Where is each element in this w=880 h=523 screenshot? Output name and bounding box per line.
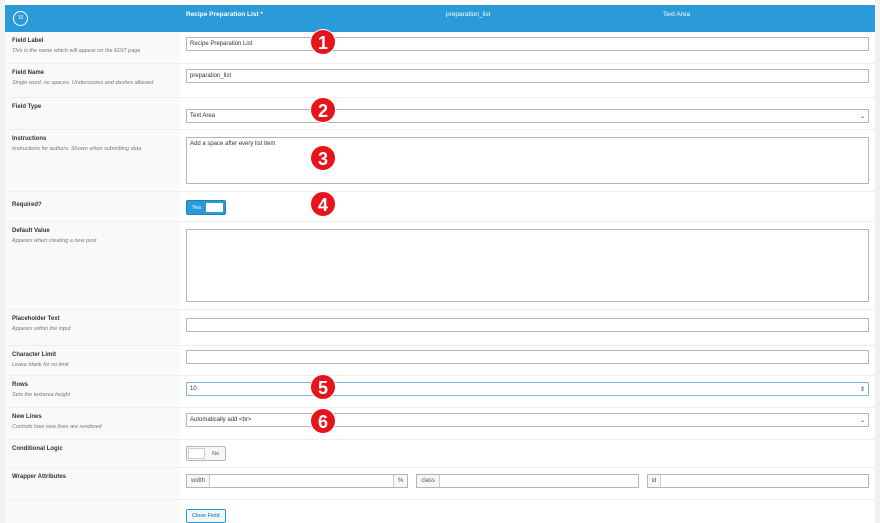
chevron-down-icon: ⌄ bbox=[859, 418, 865, 424]
label-desc: Appears when creating a new post bbox=[12, 238, 97, 244]
scrollbar[interactable] bbox=[875, 0, 880, 523]
wrapper-id-input[interactable]: id bbox=[646, 474, 869, 488]
class-prefix: class bbox=[417, 475, 440, 487]
label-desc: This is the name which will appear on th… bbox=[12, 48, 141, 54]
row-wrapper-attributes: Wrapper Attributes width% class id bbox=[5, 468, 875, 500]
label-title: Conditional Logic bbox=[12, 446, 63, 452]
marker-3: 3 bbox=[310, 145, 336, 171]
label-title: Required? bbox=[12, 202, 42, 208]
row-required: Required? Yes bbox=[5, 192, 875, 222]
new-lines-value: Automatically add <br> bbox=[190, 417, 252, 423]
row-instructions: Instructions Instructions for authors. Sh… bbox=[5, 130, 875, 192]
default-value-textarea[interactable] bbox=[186, 229, 869, 302]
chevron-down-icon: ⌄ bbox=[859, 114, 865, 120]
field-header[interactable]: 10 Recipe Preparation List * preparation… bbox=[5, 5, 875, 32]
label-title: Placeholder Text bbox=[12, 316, 60, 322]
rows-number-input[interactable]: 10 ⇕ bbox=[186, 382, 869, 396]
row-rows: Rows Sets the textarea height 10 ⇕ bbox=[5, 376, 875, 408]
required-toggle[interactable]: Yes bbox=[186, 200, 226, 215]
percent-suffix: % bbox=[392, 475, 408, 487]
row-new-lines: New Lines Controls how new lines are rend… bbox=[5, 408, 875, 440]
marker-6: 6 bbox=[310, 408, 336, 434]
label-title: Wrapper Attributes bbox=[12, 474, 67, 480]
row-conditional-logic: Conditional Logic No bbox=[5, 440, 875, 468]
toggle-label: No bbox=[211, 451, 219, 457]
wrapper-width-input[interactable]: width% bbox=[186, 474, 409, 488]
field-type-value: Text Area bbox=[190, 113, 216, 119]
row-field-type: Field Type Text Area ⌄ bbox=[5, 98, 875, 130]
header-type: Text Area bbox=[663, 11, 691, 18]
id-prefix: id bbox=[647, 475, 662, 487]
header-name: preparation_list bbox=[446, 11, 491, 18]
row-default-value: Default Value Appears when creating a new… bbox=[5, 222, 875, 310]
stepper-icon[interactable]: ⇕ bbox=[860, 386, 865, 393]
label-desc: Leave blank for no limit bbox=[12, 362, 69, 368]
new-lines-select[interactable]: Automatically add <br> ⌄ bbox=[186, 413, 869, 427]
marker-2: 2 bbox=[310, 97, 336, 123]
wrapper-class-input[interactable]: class bbox=[416, 474, 639, 488]
label-title: Character Limit bbox=[12, 352, 57, 358]
label-desc: Instructions for authors. Shown when sub… bbox=[12, 146, 142, 152]
placeholder-input[interactable] bbox=[186, 318, 869, 332]
row-close: Close Field bbox=[5, 500, 875, 523]
row-character-limit: Character Limit Leave blank for no limit bbox=[5, 346, 875, 376]
label-title: New Lines bbox=[12, 414, 42, 420]
label-title: Field Type bbox=[12, 104, 42, 110]
marker-1: 1 bbox=[310, 29, 336, 55]
conditional-logic-toggle[interactable]: No bbox=[186, 446, 226, 461]
label-title: Default Value bbox=[12, 228, 50, 234]
marker-4: 4 bbox=[310, 191, 336, 217]
row-field-name: Field Name Single word, no spaces. Unders… bbox=[5, 64, 875, 98]
label-title: Instructions bbox=[12, 136, 47, 142]
row-field-label: Field Label This is the name which will a… bbox=[5, 32, 875, 64]
label-title: Field Name bbox=[12, 70, 45, 76]
label-title: Rows bbox=[12, 382, 29, 388]
character-limit-input[interactable] bbox=[186, 350, 869, 364]
toggle-knob bbox=[206, 203, 223, 212]
rows-value: 10 bbox=[190, 386, 197, 392]
toggle-knob bbox=[188, 448, 205, 459]
width-prefix: width bbox=[187, 475, 211, 487]
header-label[interactable]: Recipe Preparation List * bbox=[186, 11, 263, 18]
label-desc: Sets the textarea height bbox=[12, 392, 71, 398]
label-desc: Appears within the input bbox=[12, 326, 71, 332]
marker-5: 5 bbox=[310, 374, 336, 400]
label-title: Field Label bbox=[12, 38, 44, 44]
close-field-button[interactable]: Close Field bbox=[186, 509, 226, 523]
label-desc: Single word, no spaces. Underscores and … bbox=[12, 80, 154, 86]
field-name-input[interactable]: preparation_list bbox=[186, 69, 869, 83]
toggle-label: Yes bbox=[192, 205, 201, 211]
instructions-textarea[interactable]: Add a space after every list item bbox=[186, 137, 869, 184]
label-desc: Controls how new lines are rendered bbox=[12, 424, 102, 430]
field-order-badge: 10 bbox=[13, 11, 28, 26]
row-placeholder: Placeholder Text Appears within the input bbox=[5, 310, 875, 346]
field-label-input[interactable]: Recipe Preparation List bbox=[186, 37, 869, 51]
field-type-select[interactable]: Text Area ⌄ bbox=[186, 109, 869, 123]
